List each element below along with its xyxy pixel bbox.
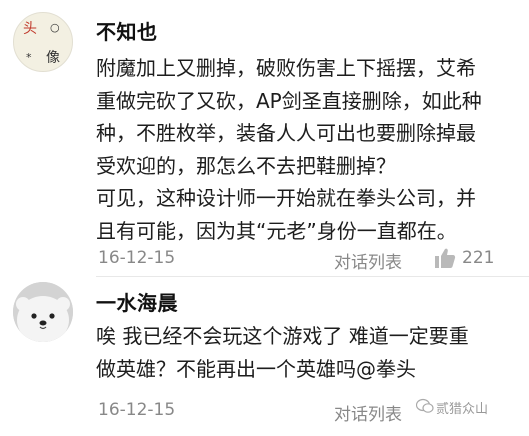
user-avatar[interactable]	[13, 282, 73, 342]
reply-list-link[interactable]: 对话列表	[334, 400, 402, 425]
avatar-dot: ○	[50, 21, 60, 34]
avatar-dot: *	[26, 51, 32, 64]
divider	[96, 276, 529, 277]
comment-text: 附魔加上又删掉，破败伤害上下摇摆，艾希 重做完砍了又砍，AP剑圣直接删除，如此种…	[96, 52, 508, 247]
watermark-text: 贰猎众山	[436, 402, 489, 417]
comment-date: 16-12-15	[98, 248, 176, 268]
comment-date: 16-12-15	[98, 400, 176, 420]
comment-line: 做英雄？不能再出一个英雄吗@拳头	[96, 356, 416, 381]
comment-line: 唉 我已经不会玩这个游戏了 难道一定要重	[96, 324, 469, 348]
like-count: 221	[462, 248, 495, 268]
avatar-char: 头	[23, 21, 37, 37]
ice-bear-icon	[13, 282, 73, 342]
username[interactable]: 一水海晨	[96, 287, 178, 316]
thumbs-up-icon[interactable]	[434, 247, 456, 273]
avatar-char: 像	[46, 50, 60, 66]
reply-list-link[interactable]: 对话列表	[334, 248, 402, 273]
comment-line: 且有可能，因为其“元老”身份一直都在。	[96, 218, 457, 243]
comment-line: 受欢迎的，那怎么不去把鞋删掉？	[96, 153, 396, 178]
wechat-logo-icon	[415, 398, 434, 418]
comment-text: 唉 我已经不会玩这个游戏了 难道一定要重 做英雄？不能再出一个英雄吗@拳头	[96, 320, 508, 385]
username[interactable]: 不知也	[96, 16, 158, 45]
comment-line: 重做完砍了又砍，AP剑圣直接删除，如此种	[96, 88, 482, 113]
comment-line: 附魔加上又删掉，破败伤害上下摇摆，艾希	[96, 56, 476, 80]
comment-line: 可见，这种设计师一开始就在拳头公司，并	[96, 186, 476, 210]
comment-line: 种，不胜枚举，装备人人可出也要删除掉最	[96, 121, 476, 145]
user-avatar[interactable]: 头 ○ * 像	[13, 12, 73, 72]
